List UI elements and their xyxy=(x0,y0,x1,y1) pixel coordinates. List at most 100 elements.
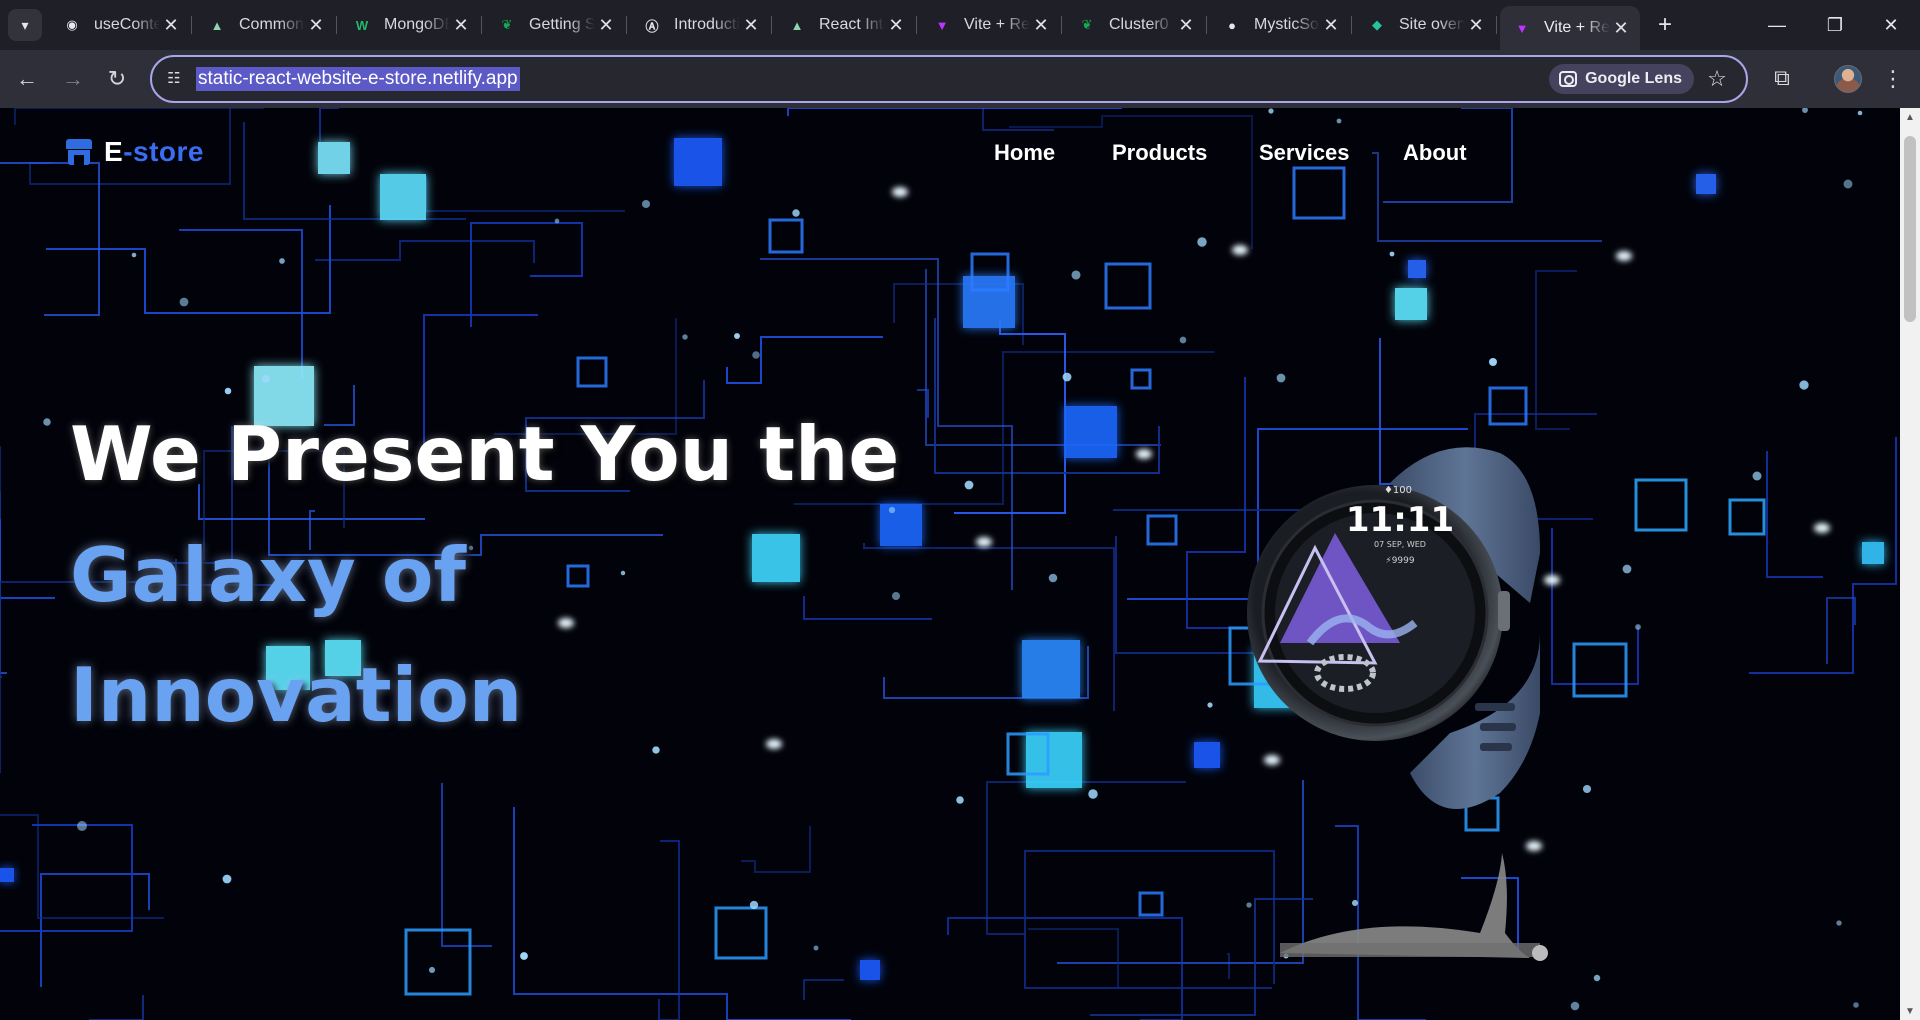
mongodb-leaf-icon: ❦ xyxy=(1081,17,1093,32)
circuit-trace xyxy=(787,108,1122,116)
circuit-light xyxy=(1814,523,1830,533)
avatar[interactable] xyxy=(1834,65,1862,93)
circuit-node xyxy=(1622,564,1632,574)
circuit-trace xyxy=(1372,152,1602,242)
circuit-node xyxy=(1489,358,1497,366)
tab-close-icon[interactable]: ✕ xyxy=(450,15,472,36)
browser-tab[interactable]: ▲ React Interview✕ xyxy=(775,6,915,44)
nav-services[interactable]: Services xyxy=(1259,140,1350,166)
nav-about[interactable]: About xyxy=(1403,140,1467,166)
tab-close-icon[interactable]: ✕ xyxy=(885,15,907,36)
circuit-node xyxy=(1179,336,1187,344)
hero-heading-line3: Innovation xyxy=(70,651,523,739)
circuit-light xyxy=(976,537,992,547)
circuit-node xyxy=(1857,110,1863,116)
tab-close-icon[interactable]: ✕ xyxy=(1465,15,1487,36)
tab-separator xyxy=(336,16,337,34)
site-settings-icon[interactable]: ☷ xyxy=(164,69,184,89)
brand-logo[interactable]: E-store xyxy=(66,136,204,168)
minimize-button[interactable]: — xyxy=(1748,0,1806,50)
circuit-chip xyxy=(1026,732,1082,788)
tab-title: Vite + React xyxy=(964,16,1030,33)
circuit-light xyxy=(892,187,908,197)
browser-tab[interactable]: ◉ useContext✕ xyxy=(50,6,190,44)
puzzle-icon[interactable]: ⧉ xyxy=(1768,63,1796,93)
tab-title: Cluster0 xyxy=(1109,16,1169,33)
brand-name: E-store xyxy=(104,136,204,167)
circuit-node xyxy=(1071,270,1081,280)
circuit-trace xyxy=(947,917,1183,1020)
google-lens-button[interactable]: Google Lens xyxy=(1549,64,1694,94)
mongodb-leaf-icon: ❦ xyxy=(501,17,513,32)
url-text[interactable]: static-react-website-e-store.netlify.app xyxy=(196,67,520,91)
circuit-trace xyxy=(0,824,133,932)
circuit-chip xyxy=(1862,542,1884,564)
browser-tab[interactable]: ❦ Cluster0 ✕ xyxy=(1065,6,1205,44)
circuit-node xyxy=(1268,108,1274,114)
scroll-down-icon[interactable]: ▼ xyxy=(1900,1002,1920,1020)
new-tab-button[interactable]: + xyxy=(1650,9,1680,41)
circuit-node xyxy=(77,821,87,831)
tab-title: MongoDB xyxy=(384,16,450,33)
circuit-chip xyxy=(1292,166,1346,220)
browser-tab[interactable]: ◆ Site overview✕ xyxy=(1355,6,1495,44)
browser-tab[interactable]: ● MysticSoul✕ xyxy=(1210,6,1350,44)
tab-close-icon[interactable]: ✕ xyxy=(1320,15,1342,36)
forward-button[interactable]: → xyxy=(56,62,90,96)
browser-tab[interactable]: ▲ Common ✕ xyxy=(195,6,335,44)
reload-button[interactable]: ↻ xyxy=(100,62,134,96)
kebab-icon[interactable]: ⋮ xyxy=(1880,62,1906,96)
circuit-node xyxy=(1389,251,1395,257)
github-icon: ● xyxy=(1228,17,1236,33)
scroll-up-icon[interactable]: ▲ xyxy=(1900,108,1920,126)
close-window-button[interactable]: ✕ xyxy=(1862,0,1920,50)
circuit-node xyxy=(749,900,759,910)
circuit-trace xyxy=(470,222,583,327)
tab-close-icon[interactable]: ✕ xyxy=(1030,15,1052,36)
tab-close-icon[interactable]: ✕ xyxy=(1175,15,1197,36)
browser-tab[interactable]: ❦ Getting Started✕ xyxy=(485,6,625,44)
tab-close-icon[interactable]: ✕ xyxy=(160,15,182,36)
circuit-node xyxy=(1062,372,1072,382)
watch-steps-text: ⚡9999 xyxy=(1385,556,1414,566)
back-button[interactable]: ← xyxy=(10,62,44,96)
circuit-node xyxy=(131,252,137,258)
scrollbar-thumb[interactable] xyxy=(1904,136,1916,322)
circuit-node xyxy=(792,209,800,217)
circuit-chip xyxy=(1130,368,1152,390)
store-icon xyxy=(66,139,92,165)
chevron-down-icon: ▾ xyxy=(21,16,29,33)
circuit-chip xyxy=(1634,478,1688,532)
restore-button[interactable]: ❐ xyxy=(1806,0,1864,50)
tab-separator xyxy=(1496,16,1497,34)
circuit-node xyxy=(1593,974,1601,982)
circuit-node xyxy=(224,387,232,395)
circuit-node xyxy=(1207,702,1213,708)
tab-close-icon[interactable]: ✕ xyxy=(1610,18,1632,39)
circuit-trace xyxy=(1028,928,1119,988)
tab-close-icon[interactable]: ✕ xyxy=(595,15,617,36)
tab-close-icon[interactable]: ✕ xyxy=(740,15,762,36)
browser-tab[interactable]: ▼ Vite + React✕ xyxy=(920,6,1060,44)
address-bar[interactable]: ☷ static-react-website-e-store.netlify.a… xyxy=(150,55,1748,103)
tab-close-icon[interactable]: ✕ xyxy=(305,15,327,36)
tab-bar: ▾ ◉useContext✕▲Common✕WMongoDB✕❦Getting … xyxy=(0,0,1920,50)
circuit-light xyxy=(1232,245,1248,255)
nav-products[interactable]: Products xyxy=(1112,140,1207,166)
browser-tab[interactable]: W MongoDB ✕ xyxy=(340,6,480,44)
vite-icon: ▼ xyxy=(935,17,949,33)
tab-search-button[interactable]: ▾ xyxy=(8,9,42,41)
nav-home[interactable]: Home xyxy=(994,140,1055,166)
circuit-node xyxy=(813,945,819,951)
browser-tab[interactable]: Ⓐ Introduction✕ xyxy=(630,6,770,44)
tab-title: Introduction xyxy=(674,16,740,33)
circuit-node xyxy=(652,746,660,754)
page-scrollbar[interactable]: ▲ ▼ xyxy=(1900,108,1920,1020)
circuit-chip xyxy=(1696,174,1716,194)
browser-tab[interactable]: ▼ Vite + React✕ xyxy=(1500,6,1640,50)
circuit-node xyxy=(682,334,688,340)
circuit-node xyxy=(1843,179,1853,189)
star-icon[interactable]: ☆ xyxy=(1702,64,1732,94)
circuit-chip xyxy=(768,218,804,254)
circuit-node xyxy=(222,874,232,884)
